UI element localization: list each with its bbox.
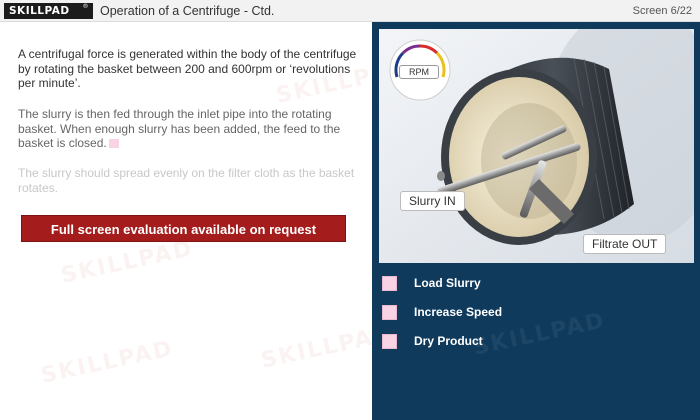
registered-mark: ® (82, 3, 89, 10)
watermark-logo: SKILLPAD (38, 336, 176, 389)
slurry-in-label: Slurry IN (400, 191, 465, 211)
option-label[interactable]: Increase Speed (414, 305, 502, 319)
option-checkbox[interactable] (382, 305, 397, 320)
watermark-logo: SKILLPAD (58, 236, 196, 289)
slurry-paragraph-text: The slurry is then fed through the inlet… (18, 107, 341, 150)
evaluation-button[interactable]: Full screen evaluation available on requ… (21, 215, 346, 242)
slurry-paragraph: The slurry is then fed through the inlet… (18, 107, 363, 151)
option-checkbox[interactable] (382, 276, 397, 291)
filtrate-out-label: Filtrate OUT (583, 234, 667, 254)
intro-paragraph: A centrifugal force is generated within … (18, 47, 357, 90)
page-title: Operation of a Centrifuge - Ctd. (100, 4, 275, 18)
continue-marker-icon[interactable] (108, 139, 119, 149)
logo-text: SKILLPAD (9, 5, 70, 17)
centrifuge-illustration: RPM Slurry IN Filtrate OUT (379, 29, 694, 263)
option-label[interactable]: Load Slurry (414, 276, 481, 290)
option-checkbox[interactable] (382, 334, 397, 349)
skillpad-logo: SKILLPAD ® (4, 3, 93, 19)
right-panel: RPM Slurry IN Filtrate OUT SKILLPAD Load… (372, 22, 700, 420)
spread-paragraph: The slurry should spread evenly on the f… (18, 166, 355, 195)
header-bar: SKILLPAD ® Operation of a Centrifuge - C… (0, 0, 700, 22)
option-label[interactable]: Dry Product (414, 334, 483, 348)
screen-counter: Screen 6/22 (632, 5, 692, 17)
rpm-label: RPM (399, 65, 439, 79)
